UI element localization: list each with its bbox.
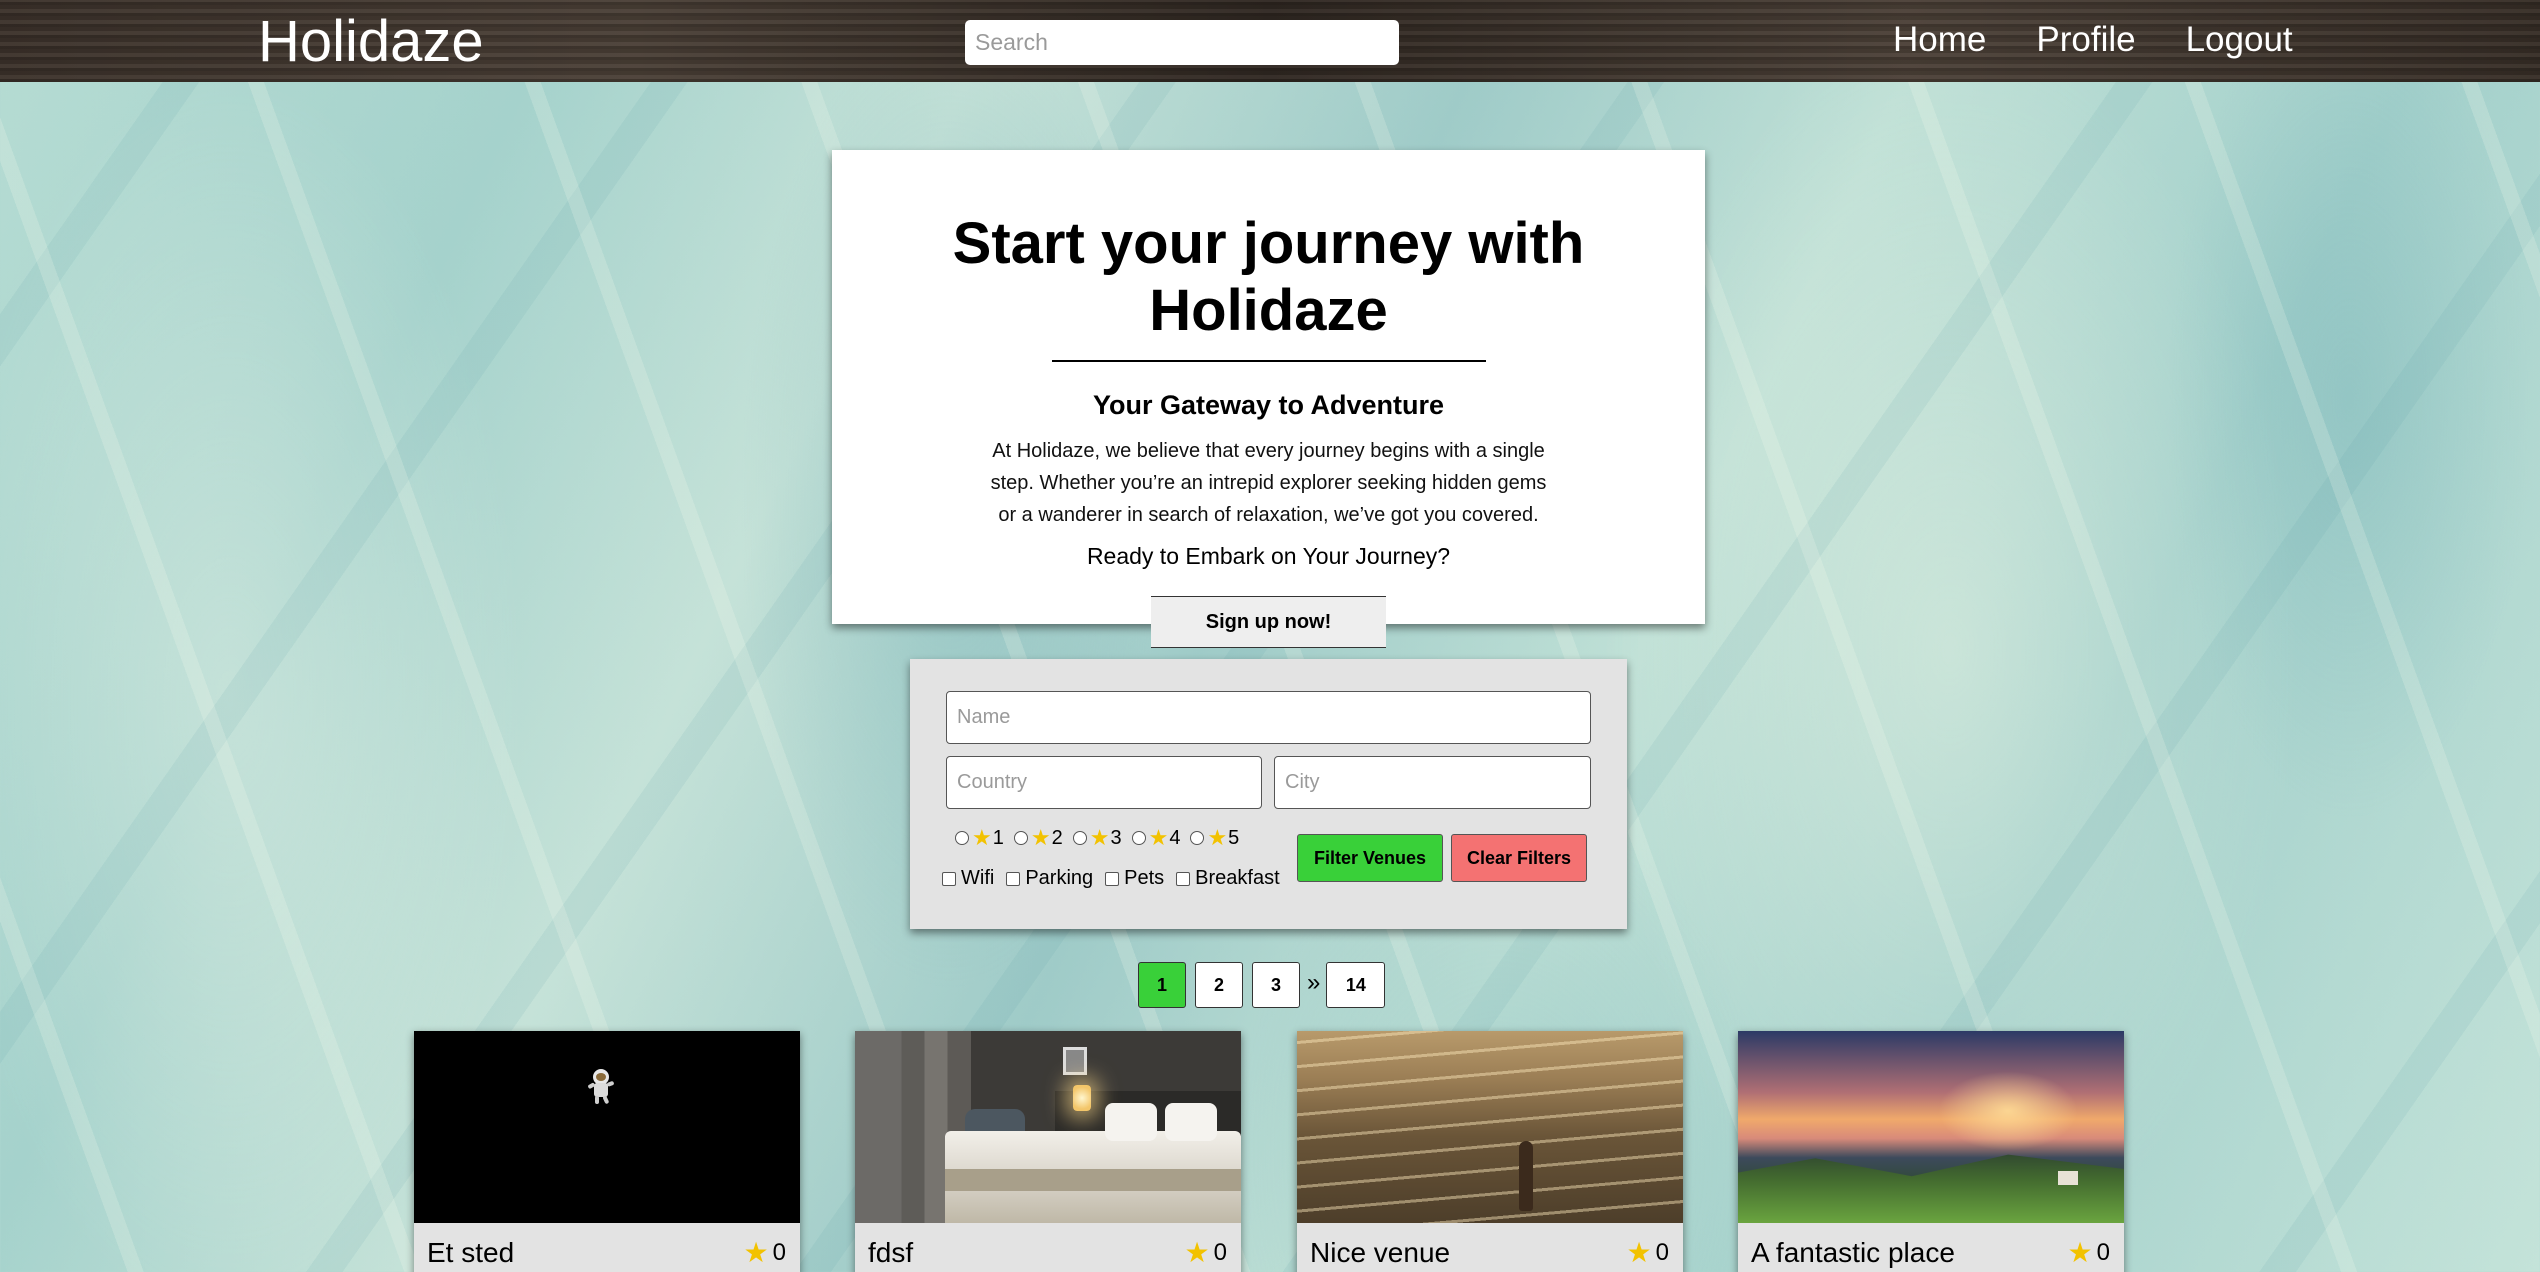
venue-name: Nice venue	[1310, 1237, 1451, 1268]
image-detail	[1073, 1085, 1091, 1111]
image-detail	[1063, 1047, 1087, 1075]
rating-option-4[interactable]: ★ 4	[1131, 825, 1181, 851]
pagination: 1 2 3 » 14	[1138, 962, 1394, 1008]
venue-card[interactable]: fdsf ★ 0	[855, 1031, 1241, 1272]
rating-option-5[interactable]: ★ 5	[1190, 825, 1239, 851]
signup-button[interactable]: Sign up now!	[1151, 596, 1386, 648]
venue-name: Et sted	[427, 1237, 515, 1268]
venue-card[interactable]: Nice venue ★ 0	[1297, 1031, 1683, 1272]
rating-radio[interactable]	[955, 831, 969, 845]
main-nav: Home Profile Logout	[1893, 20, 2343, 60]
venue-rating-value: 0	[1655, 1238, 1669, 1266]
amenity-filter-group: Wifi Parking Pets Breakfast	[942, 867, 1292, 890]
venue-rating-value: 0	[1213, 1238, 1227, 1266]
rating-filter-group: ★ 1 ★ 2 ★ 3 ★ 4 ★ 5	[955, 825, 1249, 851]
venue-rating: ★ 0	[2068, 1236, 2110, 1269]
image-detail	[1938, 1071, 2078, 1151]
venue-card[interactable]: A fantastic place ★ 0	[1738, 1031, 2124, 1272]
amenity-label: Breakfast	[1195, 867, 1280, 889]
amenity-label: Pets	[1124, 867, 1165, 889]
rating-radio[interactable]	[1072, 831, 1087, 845]
top-nav-bar: Holidaze Home Profile Logout	[0, 0, 2540, 82]
star-icon: ★	[1207, 825, 1228, 850]
image-detail	[1519, 1141, 1533, 1211]
star-icon: ★	[1184, 1237, 1210, 1268]
amenity-breakfast[interactable]: Breakfast	[1176, 867, 1280, 890]
rating-option-2[interactable]: ★ 2	[1013, 825, 1063, 851]
venue-card[interactable]: Et sted ★ 0	[414, 1031, 800, 1272]
image-detail	[1738, 1154, 2124, 1223]
city-filter-input[interactable]	[1274, 756, 1591, 809]
rating-radio[interactable]	[1131, 831, 1146, 845]
amenity-parking[interactable]: Parking	[1006, 867, 1093, 890]
venue-rating: ★ 0	[1627, 1236, 1669, 1269]
country-filter-input[interactable]	[946, 756, 1262, 809]
rating-option-label: 5	[1228, 826, 1240, 849]
venue-image	[1738, 1031, 2124, 1223]
nav-home-link[interactable]: Home	[1893, 20, 1986, 60]
hero-divider	[1051, 360, 1486, 362]
venue-image	[414, 1031, 800, 1223]
amenity-wifi[interactable]: Wifi	[942, 867, 994, 890]
venue-image	[1297, 1031, 1683, 1223]
nav-profile-link[interactable]: Profile	[2036, 20, 2135, 60]
page-2-button[interactable]: 2	[1195, 962, 1243, 1008]
star-icon: ★	[972, 825, 992, 850]
rating-option-label: 3	[1110, 826, 1122, 849]
venue-name: fdsf	[868, 1237, 914, 1268]
pagination-ellipsis-icon: »	[1307, 969, 1321, 996]
search-input[interactable]	[965, 20, 1399, 65]
star-icon: ★	[1030, 825, 1051, 850]
amenity-checkbox[interactable]	[942, 871, 956, 886]
rating-radio[interactable]	[1013, 831, 1028, 845]
venue-rating-value: 0	[772, 1238, 786, 1266]
page-3-button[interactable]: 3	[1252, 962, 1300, 1008]
rating-radio[interactable]	[1190, 831, 1205, 845]
amenity-label: Parking	[1025, 867, 1094, 889]
star-icon: ★	[2067, 1237, 2093, 1268]
image-detail	[1105, 1103, 1157, 1141]
hero-description: At Holidaze, we believe that every journ…	[990, 440, 1547, 526]
site-logo[interactable]: Holidaze	[258, 8, 484, 75]
venue-image	[855, 1031, 1241, 1223]
name-filter-input[interactable]	[946, 691, 1591, 744]
star-icon: ★	[1626, 1237, 1652, 1268]
star-icon: ★	[1148, 825, 1169, 850]
image-detail	[945, 1169, 1241, 1191]
venue-filter-panel: ★ 1 ★ 2 ★ 3 ★ 4 ★ 5 Wifi	[910, 659, 1627, 929]
venue-name: A fantastic place	[1751, 1237, 1955, 1268]
rating-option-1[interactable]: ★ 1	[955, 825, 1004, 851]
amenity-pets[interactable]: Pets	[1105, 867, 1164, 890]
hero-card: Start your journey with Holidaze Your Ga…	[832, 150, 1705, 648]
image-detail	[1297, 1031, 1683, 1223]
rating-option-label: 1	[992, 826, 1004, 849]
amenity-label: Wifi	[961, 867, 995, 889]
amenity-checkbox[interactable]	[1006, 871, 1021, 886]
hero-prompt: Ready to Embark on Your Journey?	[1086, 543, 1451, 569]
amenity-checkbox[interactable]	[1176, 871, 1191, 886]
venue-rating: ★ 0	[1185, 1236, 1227, 1269]
star-icon: ★	[1089, 825, 1110, 850]
page-1-button[interactable]: 1	[1138, 962, 1186, 1008]
page-last-button[interactable]: 14	[1326, 962, 1386, 1008]
image-detail	[1165, 1103, 1217, 1141]
image-detail	[2058, 1171, 2078, 1185]
rating-option-3[interactable]: ★ 3	[1072, 825, 1122, 851]
filter-venues-button[interactable]: Filter Venues	[1297, 834, 1443, 882]
nav-logout-link[interactable]: Logout	[2186, 20, 2293, 60]
rating-option-label: 2	[1051, 826, 1063, 849]
venue-rating: ★ 0	[744, 1236, 786, 1269]
star-icon: ★	[743, 1237, 769, 1268]
clear-filters-button[interactable]: Clear Filters	[1451, 834, 1587, 882]
hero-title: Start your journey with Holidaze	[952, 211, 1585, 343]
astronaut-icon	[588, 1069, 614, 1104]
hero-subtitle: Your Gateway to Adventure	[1092, 390, 1445, 420]
amenity-checkbox[interactable]	[1105, 871, 1120, 886]
venue-rating-value: 0	[2096, 1238, 2110, 1266]
rating-option-label: 4	[1169, 826, 1181, 849]
